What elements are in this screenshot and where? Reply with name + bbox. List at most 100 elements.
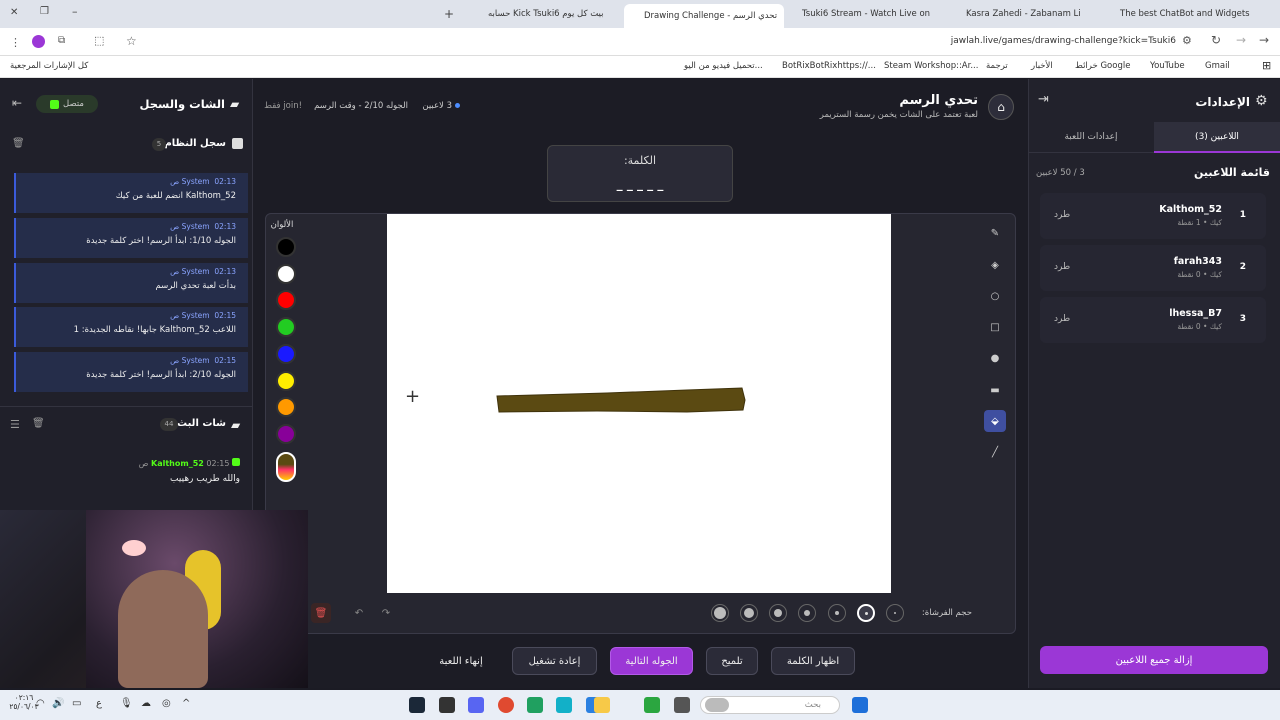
volume-icon[interactable]: 🔊 bbox=[52, 698, 64, 709]
extensions-icon[interactable]: ⧉ bbox=[58, 35, 65, 46]
trash-icon[interactable]: 🗑 bbox=[32, 418, 45, 429]
collapse-chat-icon[interactable]: ⇤ bbox=[12, 96, 22, 110]
site-settings-icon[interactable]: ⚙ bbox=[1182, 34, 1192, 47]
restart-button[interactable]: إعادة تشغيل bbox=[512, 647, 597, 675]
remove-all-players-button[interactable]: إزالة جميع اللاعبين bbox=[1040, 646, 1268, 674]
bookmark-gmail[interactable]: Gmail bbox=[1205, 61, 1230, 71]
redo-icon[interactable]: ↷ bbox=[376, 603, 396, 623]
new-tab-icon[interactable]: + bbox=[444, 7, 454, 21]
join-info: !join فقط bbox=[264, 101, 302, 111]
bookmark-video-download[interactable]: تحميل فيديو من اليو... bbox=[684, 61, 763, 71]
players-count: 3 / 50 لاعبين bbox=[1036, 168, 1085, 178]
url-field[interactable]: jawlah.live/games/drawing-challenge?kick… bbox=[900, 36, 1176, 46]
clear-canvas-icon[interactable]: 🗑 bbox=[311, 603, 331, 623]
divider bbox=[0, 406, 253, 407]
battery-icon[interactable]: ▭ bbox=[72, 698, 81, 709]
brush-size-option[interactable] bbox=[798, 604, 816, 622]
profile-avatar[interactable] bbox=[32, 35, 45, 48]
menu-icon[interactable]: ⋮ bbox=[10, 36, 21, 49]
restore-window-icon[interactable]: ❐ bbox=[40, 6, 49, 17]
circle-tool-icon[interactable]: ○ bbox=[984, 285, 1006, 307]
custom-color-picker[interactable] bbox=[276, 452, 296, 482]
color-swatch[interactable] bbox=[276, 343, 296, 364]
xbox-icon[interactable] bbox=[644, 697, 660, 713]
tab-kick-stream[interactable]: Tsuki6 Stream - Watch Live on bbox=[790, 4, 946, 24]
bookmark-news[interactable]: الأخبار bbox=[1031, 61, 1053, 71]
filter-icon[interactable]: ☰ bbox=[10, 418, 20, 431]
color-swatch[interactable] bbox=[276, 237, 296, 257]
kick-player-button[interactable]: طرد bbox=[1054, 210, 1070, 220]
tab-kasra[interactable]: Kasra Zahedi - Zabanam Li bbox=[954, 4, 1102, 24]
player-row: 1 Kalthom_52 كيك • 1 نقطة طرد bbox=[1040, 193, 1266, 239]
brush-size-option-selected[interactable] bbox=[857, 604, 875, 622]
forward-icon[interactable]: → bbox=[1236, 33, 1246, 47]
screenshot-icon[interactable]: ⬚ bbox=[94, 34, 104, 47]
reload-icon[interactable]: ↻ bbox=[1211, 33, 1221, 47]
start-icon[interactable] bbox=[852, 697, 868, 713]
cloud-icon[interactable]: ☁ bbox=[141, 698, 151, 709]
brush-size-option[interactable] bbox=[828, 604, 846, 622]
clock[interactable]: ٠٢:١٦ ٢٥/٠٦/٠٣ bbox=[4, 693, 44, 711]
end-game-button[interactable]: إنهاء اللعبة bbox=[422, 647, 500, 675]
rectangle-tool-icon[interactable]: □ bbox=[984, 316, 1006, 338]
kick-player-button[interactable]: طرد bbox=[1054, 262, 1070, 272]
microphone-icon[interactable]: 🎙 bbox=[120, 698, 133, 709]
line-tool-icon[interactable]: ╱ bbox=[984, 441, 1006, 463]
bookmark-youtube[interactable]: YouTube bbox=[1150, 61, 1185, 71]
brush-size-option[interactable] bbox=[886, 604, 904, 622]
edge-browser-icon[interactable] bbox=[556, 697, 572, 713]
bookmark-translate[interactable]: ترجمة bbox=[986, 61, 1008, 71]
kick-player-button[interactable]: طرد bbox=[1054, 314, 1070, 324]
color-swatch[interactable] bbox=[276, 423, 296, 444]
next-round-button[interactable]: الجوله التالية bbox=[610, 647, 693, 675]
color-swatch[interactable] bbox=[276, 317, 296, 338]
address-bar: ⋮ ⧉ ⬚ ☆ jawlah.live/games/drawing-challe… bbox=[0, 28, 1280, 56]
tab-tsuki[interactable]: حسابه Kick Tsuki6 بيت كل يوم bbox=[468, 4, 618, 24]
tab-drawing-challenge[interactable]: Drawing Challenge - تحدي الرسم bbox=[624, 4, 784, 28]
filled-circle-tool-icon[interactable]: ● bbox=[984, 347, 1006, 369]
home-icon[interactable]: ⌂ bbox=[988, 94, 1014, 120]
brush-size-option[interactable] bbox=[711, 604, 729, 622]
filled-rect-tool-icon[interactable]: ▬ bbox=[984, 379, 1006, 401]
show-hidden-icons[interactable]: ^ bbox=[182, 698, 190, 709]
player-meta: كيك • 1 نقطة bbox=[1177, 218, 1222, 227]
tab-label: Tsuki6 Stream - Watch Live on bbox=[802, 9, 931, 19]
apps-grid-icon[interactable]: ⊞ bbox=[1262, 59, 1271, 72]
all-bookmarks[interactable]: كل الإشارات المرجعية bbox=[10, 61, 88, 71]
app-icon[interactable] bbox=[527, 697, 543, 713]
language-indicator[interactable]: ع bbox=[96, 698, 102, 709]
steam-icon[interactable] bbox=[409, 697, 425, 713]
color-swatch[interactable] bbox=[276, 370, 296, 391]
bookmark-botrix[interactable]: BotRixBotRixhttps://... bbox=[782, 61, 876, 71]
taskview-icon[interactable] bbox=[674, 697, 690, 713]
taskbar-search[interactable]: بحث bbox=[700, 696, 840, 714]
fill-bucket-tool-icon[interactable]: ⬙ bbox=[984, 410, 1006, 432]
drawing-canvas[interactable]: + bbox=[387, 214, 891, 593]
minimize-window-icon[interactable]: – bbox=[72, 5, 78, 18]
message-author: System bbox=[181, 177, 210, 186]
hint-button[interactable]: تلميح bbox=[706, 647, 758, 675]
undo-icon[interactable]: ↶ bbox=[349, 603, 369, 623]
color-swatch[interactable] bbox=[276, 263, 296, 284]
brush-size-option[interactable] bbox=[769, 604, 787, 622]
discord-icon[interactable] bbox=[468, 697, 484, 713]
message-text: والله طريب رهييب bbox=[170, 474, 240, 484]
pencil-tool-icon[interactable]: ✎ bbox=[984, 222, 1006, 244]
network-app-icon[interactable]: ◎ bbox=[162, 698, 171, 709]
trash-icon[interactable]: 🗑 bbox=[12, 138, 25, 149]
obs-icon[interactable] bbox=[439, 697, 455, 713]
eraser-tool-icon[interactable]: ◈ bbox=[984, 254, 1006, 276]
tab-players[interactable]: اللاعبين (3) bbox=[1154, 122, 1280, 153]
close-window-icon[interactable]: ✕ bbox=[10, 7, 18, 18]
tab-game-settings[interactable]: إعدادات اللعبة bbox=[1028, 122, 1154, 153]
bookmark-steam[interactable]: Steam Workshop::Ar... bbox=[884, 61, 978, 71]
show-word-button[interactable]: اظهار الكلمة bbox=[771, 647, 855, 675]
chrome-icon[interactable] bbox=[498, 697, 514, 713]
back-icon[interactable]: → bbox=[1259, 33, 1269, 47]
bookmark-star-icon[interactable]: ☆ bbox=[126, 34, 137, 48]
folder-icon[interactable] bbox=[594, 697, 610, 713]
collapse-panel-icon[interactable]: ⇥ bbox=[1038, 92, 1049, 107]
bookmark-maps[interactable]: خرائط Google bbox=[1075, 61, 1130, 71]
brush-size-option[interactable] bbox=[740, 604, 758, 622]
tab-chatbot[interactable]: The best ChatBot and Widgets bbox=[1108, 4, 1258, 24]
